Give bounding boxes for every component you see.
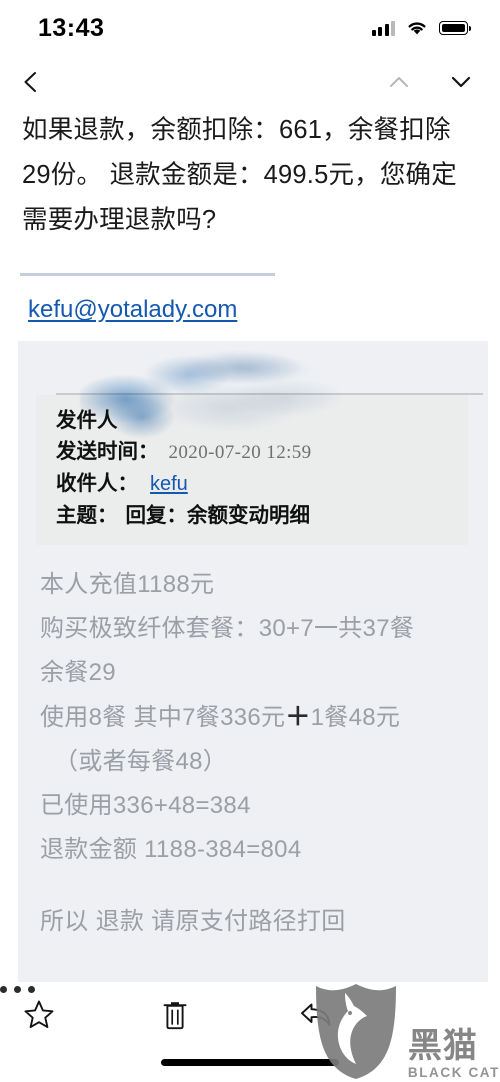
nav-bar	[0, 56, 500, 108]
quoted-line-used-a: 使用8餐 其中7餐336元	[40, 704, 286, 731]
quoted-line-final: 所以 退款 请原支付路径打回	[40, 908, 346, 935]
black-cat-shield-icon	[315, 984, 396, 1079]
more-dot-2-icon	[14, 986, 21, 993]
quoted-line-spacer	[40, 872, 474, 900]
quoted-line-package: 购买极致纤体套餐：30+7一共37餐	[40, 615, 415, 642]
nav-right-group	[386, 69, 474, 95]
signal-icon	[371, 20, 395, 36]
quoted-line-used-total: 已使用336+48=384	[40, 792, 251, 819]
phone-screen: 13:43 如果退款，余额扣除：661，余餐扣除29份。 退款金额是：499.5…	[0, 0, 500, 1082]
content-divider	[20, 273, 275, 276]
quoted-subject-row: 主题： 回复：余额变动明细	[56, 500, 452, 531]
plus-icon: ＋	[285, 703, 311, 731]
wifi-icon	[406, 20, 428, 36]
message-body-text: 如果退款，余额扣除：661，余餐扣除29份。 退款金额是：499.5元，您确定需…	[22, 116, 457, 234]
watermark-cn: 黑猫	[407, 1027, 478, 1065]
battery-icon	[439, 21, 472, 35]
more-dot-1-icon	[0, 986, 7, 993]
next-message-button[interactable]	[448, 69, 474, 95]
quoted-subject-label: 主题：	[56, 504, 118, 527]
status-time: 13:43	[38, 13, 105, 42]
quoted-header-wrap: 发件人 发送时间： 2020-07-20 12:59 收件人： kefu 主题： 回复…	[18, 341, 488, 545]
quoted-line-used: 使用8餐 其中7餐336元＋1餐48元	[40, 695, 474, 740]
quoted-line-remaining: 余餐29	[40, 659, 116, 686]
quoted-time-value: 2020-07-20 12:59	[168, 442, 312, 463]
trash-icon	[163, 1002, 187, 1030]
status-icons	[371, 20, 472, 36]
star-icon	[24, 1000, 54, 1029]
quoted-sender-row: 发件人	[56, 405, 452, 436]
chevron-down-icon	[451, 76, 471, 88]
back-button[interactable]	[18, 69, 44, 95]
watermark-text: 黑猫 BLACK CAT	[408, 1027, 500, 1080]
sender-email-link[interactable]: kefu@yotalady.com	[28, 296, 237, 324]
chevron-up-icon	[390, 77, 408, 87]
delete-button[interactable]	[158, 998, 192, 1037]
black-cat-watermark: 黑猫 BLACK CAT	[310, 980, 500, 1080]
quoted-time-label: 发送时间：	[56, 440, 159, 463]
more-dot-3-icon	[28, 986, 35, 993]
status-bar: 13:43	[0, 0, 500, 56]
quoted-time-row: 发送时间： 2020-07-20 12:59	[56, 436, 452, 468]
message-content: 如果退款，余额扣除：661，余餐扣除29份。 退款金额是：499.5元，您确定需…	[0, 108, 500, 982]
quoted-line-refund: 退款金额 1188-384=804	[40, 836, 302, 863]
quoted-sender-label: 发件人	[56, 409, 118, 432]
quoted-email-block: 发件人 发送时间： 2020-07-20 12:59 收件人： kefu 主题： 回复…	[18, 341, 488, 982]
quoted-to-row: 收件人： kefu	[56, 468, 452, 500]
quoted-line-or: （或者每餐48）	[54, 748, 228, 775]
quoted-subject-value: 回复：余额变动明细	[125, 504, 311, 527]
watermark-en: BLACK CAT	[407, 1065, 500, 1080]
previous-message-button[interactable]	[386, 69, 412, 95]
quoted-line-used-b: 1餐48元	[310, 704, 401, 731]
quoted-email-body: 本人充值1188元 购买极致纤体套餐：30+7一共37餐 余餐29 使用8餐 其…	[18, 545, 488, 944]
quoted-to-link[interactable]: kefu	[138, 473, 188, 495]
favorite-button[interactable]	[22, 998, 56, 1037]
quoted-to-label: 收件人：	[56, 472, 138, 495]
chevron-left-icon	[24, 72, 36, 92]
quoted-line-recharge: 本人充值1188元	[40, 571, 215, 598]
quoted-email-header: 发件人 发送时间： 2020-07-20 12:59 收件人： kefu 主题： 回复…	[36, 395, 468, 545]
